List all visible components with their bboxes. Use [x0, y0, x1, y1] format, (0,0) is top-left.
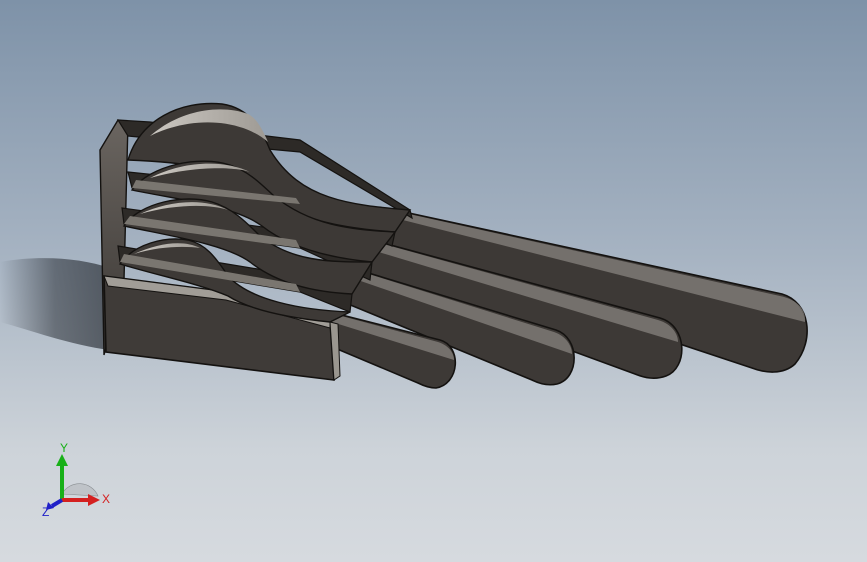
z-axis-label: Z	[42, 505, 49, 519]
coordinate-triad: Y X Z	[42, 441, 110, 519]
y-axis-label: Y	[60, 441, 68, 455]
x-axis-label: X	[102, 492, 110, 506]
graphics-viewport[interactable]: Y X Z	[0, 0, 867, 562]
model-view[interactable]	[0, 0, 867, 562]
y-axis-arrow	[56, 454, 68, 466]
triad-sphere	[61, 483, 99, 497]
z-axis-line	[50, 498, 64, 508]
ground-shadow	[0, 258, 110, 350]
